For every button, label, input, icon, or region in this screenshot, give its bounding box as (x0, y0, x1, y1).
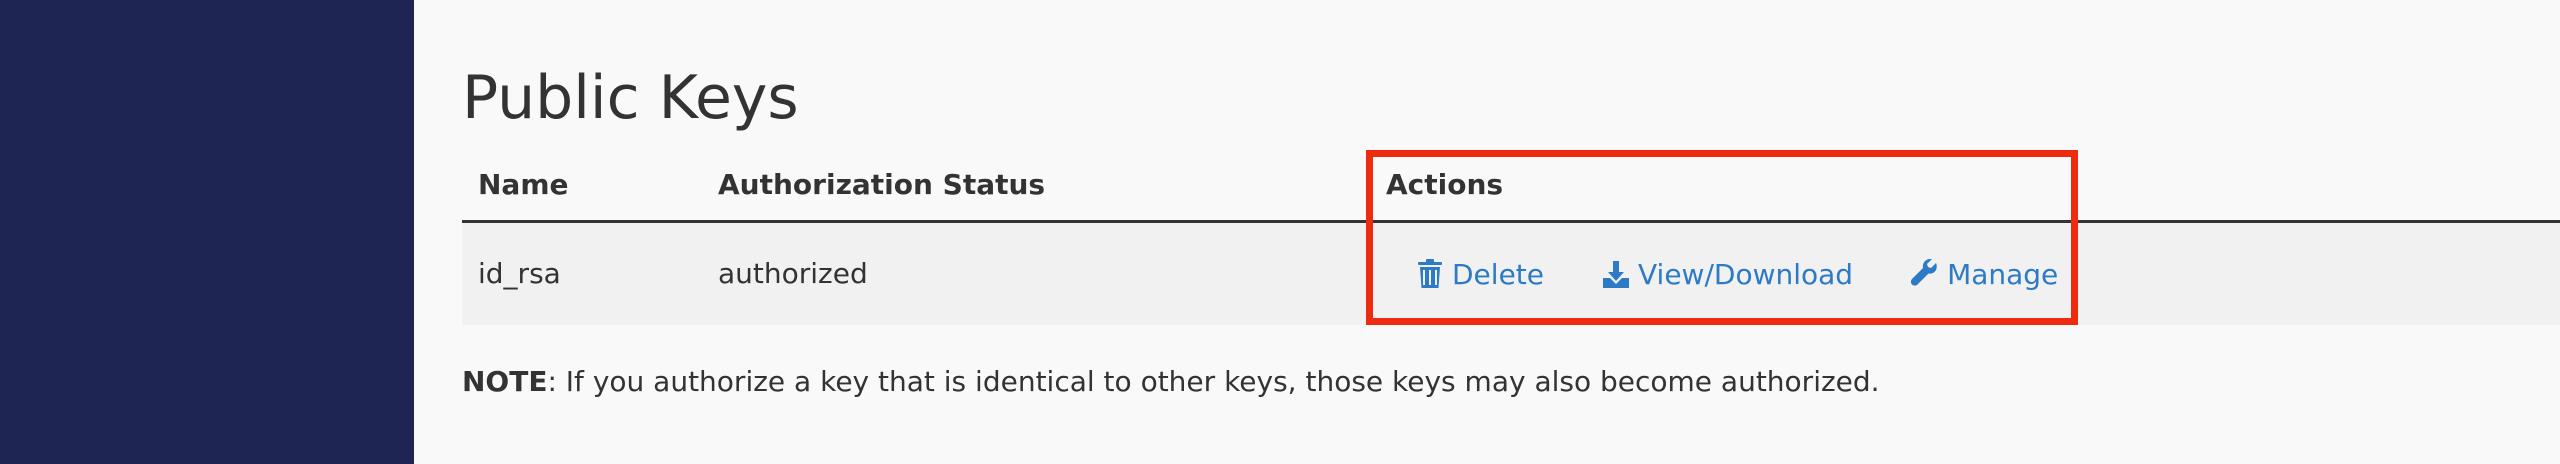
note-text: NOTE: If you authorize a key that is ide… (462, 362, 1880, 402)
column-header-authorization-status[interactable]: Authorization Status (718, 150, 1045, 220)
actions-cell: Delete View/Download Manage (1416, 223, 2058, 325)
sidebar (0, 0, 414, 464)
download-icon (1603, 261, 1629, 288)
main-content: Public Keys Name Authorization Status Ac… (462, 0, 2560, 464)
view-download-key-label: View/Download (1638, 257, 1854, 291)
column-header-actions: Actions (1386, 168, 1504, 201)
view-download-key-link[interactable]: View/Download (1602, 258, 1853, 291)
public-keys-table: Name Authorization Status Actions id_rsa… (462, 150, 2560, 325)
manage-key-label: Manage (1947, 257, 2059, 291)
note-body: : If you authorize a key that is identic… (547, 365, 1880, 398)
table-row: id_rsa authorized Delete View/Download M… (462, 223, 2560, 325)
wrench-icon (1911, 259, 1937, 286)
delete-key-link[interactable]: Delete (1416, 258, 1544, 291)
trash-icon (1418, 259, 1442, 288)
manage-key-link[interactable]: Manage (1911, 258, 2058, 291)
table-header: Name Authorization Status Actions (462, 150, 2560, 223)
page-title: Public Keys (462, 63, 799, 133)
key-name: id_rsa (478, 257, 561, 290)
delete-key-label: Delete (1452, 257, 1544, 291)
column-header-name[interactable]: Name (478, 150, 569, 220)
key-authorization-status: authorized (718, 257, 868, 290)
note-label: NOTE (462, 365, 548, 398)
